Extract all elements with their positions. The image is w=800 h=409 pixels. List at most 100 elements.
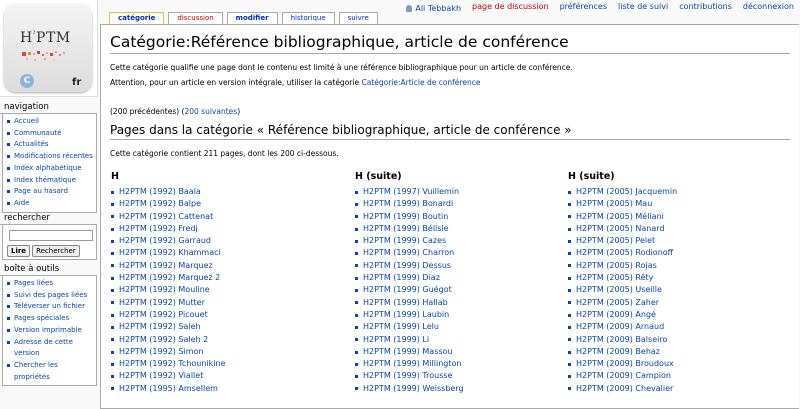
category-page-link[interactable]: H2PTM (1992) Balpe (111, 198, 226, 210)
sidebar-item[interactable]: Communauté (7, 128, 94, 140)
list-item-label: H2PTM (2005) Zaher (576, 297, 660, 307)
tab-edit[interactable]: modifier (226, 12, 278, 24)
category-page-link[interactable]: H2PTM (2009) Chevalier (568, 383, 677, 395)
toolbox-item[interactable]: Suivi des pages liées (7, 290, 94, 302)
watchlist-link[interactable]: liste de suivi (618, 2, 668, 14)
bullet-icon (355, 227, 358, 231)
toolbox-item[interactable]: Pages spéciales (7, 313, 94, 325)
category-page-list: H2PTM (1992) Baala H2PTM (1992) Balpe H2PT… (111, 186, 226, 395)
category-page-link[interactable]: H2PTM (1992) Cattenat (111, 211, 226, 223)
category-page-link[interactable]: H2PTM (1999) Dessus (355, 260, 464, 272)
article-category-link[interactable]: Catégorie:Article de conférence (361, 78, 480, 87)
category-page-link[interactable]: H2PTM (1992) Simon (111, 346, 226, 358)
tab-discussion[interactable]: discussion (168, 12, 223, 24)
bullet-icon (111, 264, 114, 268)
toolbox-item[interactable]: Adresse de cette version (7, 337, 94, 360)
category-page-link[interactable]: H2PTM (1992) Fredj (111, 223, 226, 235)
logout-link[interactable]: déconnexion (743, 2, 794, 14)
category-page-link[interactable]: H2PTM (2005) Nanard (568, 223, 677, 235)
category-page-link[interactable]: H2PTM (1995) Amsellem (111, 383, 226, 395)
category-page-link[interactable]: H2PTM (1992) Mutter (111, 297, 226, 309)
category-page-link[interactable]: H2PTM (2009) Campion (568, 370, 677, 382)
category-page-link[interactable]: H2PTM (1999) Bonardi (355, 198, 464, 210)
category-page-link[interactable]: H2PTM (2005) Mau (568, 198, 677, 210)
list-item-label: H2PTM (1992) Mouline (119, 285, 210, 295)
category-page-link[interactable]: H2PTM (1992) Saleh (111, 321, 226, 333)
category-page-link[interactable]: H2PTM (1999) Laubin (355, 309, 464, 321)
bullet-icon (111, 202, 114, 206)
list-item-label: H2PTM (1999) Charron (363, 248, 455, 258)
category-page-link[interactable]: H2PTM (2005) Jacquemin (568, 186, 677, 198)
category-page-link[interactable]: H2PTM (1992) Marquez (111, 260, 226, 272)
category-page-link[interactable]: H2PTM (2005) Zaher (568, 297, 677, 309)
sidebar-item[interactable]: Index thématique (7, 175, 94, 187)
bullet-icon (568, 190, 571, 194)
toolbox-item[interactable]: Téléverser un fichier (7, 301, 94, 313)
sidebar-item[interactable]: Modifications récentes (7, 151, 94, 163)
category-page-link[interactable]: H2PTM (1999) Boutin (355, 211, 464, 223)
category-page-link[interactable]: H2PTM (1992) Garraud (111, 235, 226, 247)
sidebar-item[interactable]: Accueil (7, 116, 94, 128)
category-page-link[interactable]: H2PTM (2009) Arnaud (568, 321, 677, 333)
category-page-link[interactable]: H2PTM (1999) Li (355, 334, 464, 346)
category-page-link[interactable]: H2PTM (1999) Trousse (355, 370, 464, 382)
category-page-link[interactable]: H2PTM (2009) Broudoux (568, 358, 677, 370)
bullet-icon (7, 363, 10, 367)
category-page-link[interactable]: H2PTM (1992) Viallet (111, 370, 226, 382)
bullet-icon (7, 282, 10, 285)
toolbox-list: Pages liées Suivi des pages liées Télévers… (7, 278, 94, 383)
category-page-link[interactable]: H2PTM (1999) Bélisle (355, 223, 464, 235)
tab-history[interactable]: historique (281, 12, 335, 24)
category-page-link[interactable]: H2PTM (2005) Rodionoff (568, 247, 677, 259)
category-page-link[interactable]: H2PTM (2009) Angé (568, 309, 677, 321)
go-button[interactable]: Lire (7, 245, 31, 257)
toolbox-item[interactable]: Chercher les propriétés (7, 360, 94, 383)
user-link[interactable]: Ali Tebbakh (406, 2, 461, 14)
contributions-link[interactable]: contributions (679, 2, 732, 14)
category-page-link[interactable]: H2PTM (1992) Saleh 2 (111, 334, 226, 346)
bullet-icon (355, 362, 358, 366)
category-page-link[interactable]: H2PTM (2005) Méliani (568, 211, 677, 223)
category-page-link[interactable]: H2PTM (1999) Cazes (355, 235, 464, 247)
category-page-link[interactable]: H2PTM (1999) Millington (355, 358, 464, 370)
bullet-icon (355, 276, 358, 280)
site-logo[interactable]: H²PTM C fr (0, 0, 98, 97)
category-page-link[interactable]: H2PTM (1999) Massou (355, 346, 464, 358)
category-page-link[interactable]: H2PTM (2005) Pelet (568, 235, 677, 247)
pages-heading: Pages dans la catégorie « Référence bibl… (110, 123, 790, 140)
preferences-link[interactable]: préférences (560, 2, 607, 14)
sidebar-item[interactable]: Index alphabétique (7, 163, 94, 175)
category-page-link[interactable]: H2PTM (1999) Lelu (355, 321, 464, 333)
user-icon (406, 4, 413, 12)
category-page-link[interactable]: H2PTM (2005) Useille (568, 284, 677, 296)
category-page-link[interactable]: H2PTM (1992) Khammaci (111, 247, 226, 259)
bullet-icon (568, 338, 571, 342)
category-page-link[interactable]: H2PTM (1999) Charron (355, 247, 464, 259)
category-page-link[interactable]: H2PTM (2009) Behaz (568, 346, 677, 358)
pagination: (200 précédentes) (200 suivantes) (110, 107, 241, 116)
my-talk-link[interactable]: page de discussion (472, 2, 549, 14)
tab-watch[interactable]: suivre (338, 12, 378, 24)
category-page-link[interactable]: H2PTM (1992) Mouline (111, 284, 226, 296)
category-page-link[interactable]: H2PTM (1999) Hallab (355, 297, 464, 309)
sidebar-item[interactable]: Actualités (7, 139, 94, 151)
toolbox-item[interactable]: Version imprimable (7, 325, 94, 337)
list-item-label: H2PTM (1992) Mutter (119, 297, 205, 307)
category-page-link[interactable]: H2PTM (2005) Rojas (568, 260, 677, 272)
category-page-link[interactable]: H2PTM (1999) Diaz (355, 272, 464, 284)
category-page-link[interactable]: H2PTM (1999) Guégot (355, 284, 464, 296)
search-button[interactable]: Rechercher (32, 245, 80, 257)
search-input[interactable] (9, 230, 93, 241)
category-page-link[interactable]: H2PTM (2009) Balseiro (568, 334, 677, 346)
category-page-link[interactable]: H2PTM (1992) Marquez 2 (111, 272, 226, 284)
toolbox-item[interactable]: Pages liées (7, 278, 94, 290)
category-page-link[interactable]: H2PTM (1992) Tchounikine (111, 358, 226, 370)
category-page-link[interactable]: H2PTM (1992) Baala (111, 186, 226, 198)
sidebar-item[interactable]: Page au hasard (7, 186, 94, 198)
category-page-link[interactable]: H2PTM (2005) Rêty (568, 272, 677, 284)
category-page-link[interactable]: H2PTM (1992) Picouet (111, 309, 226, 321)
sidebar-item[interactable]: Aide (7, 198, 94, 210)
category-page-link[interactable]: H2PTM (1997) Vuillemin (355, 186, 464, 198)
category-page-link[interactable]: H2PTM (1999) Weissberg (355, 383, 464, 395)
next-200-link[interactable]: 200 suivantes (184, 107, 237, 116)
